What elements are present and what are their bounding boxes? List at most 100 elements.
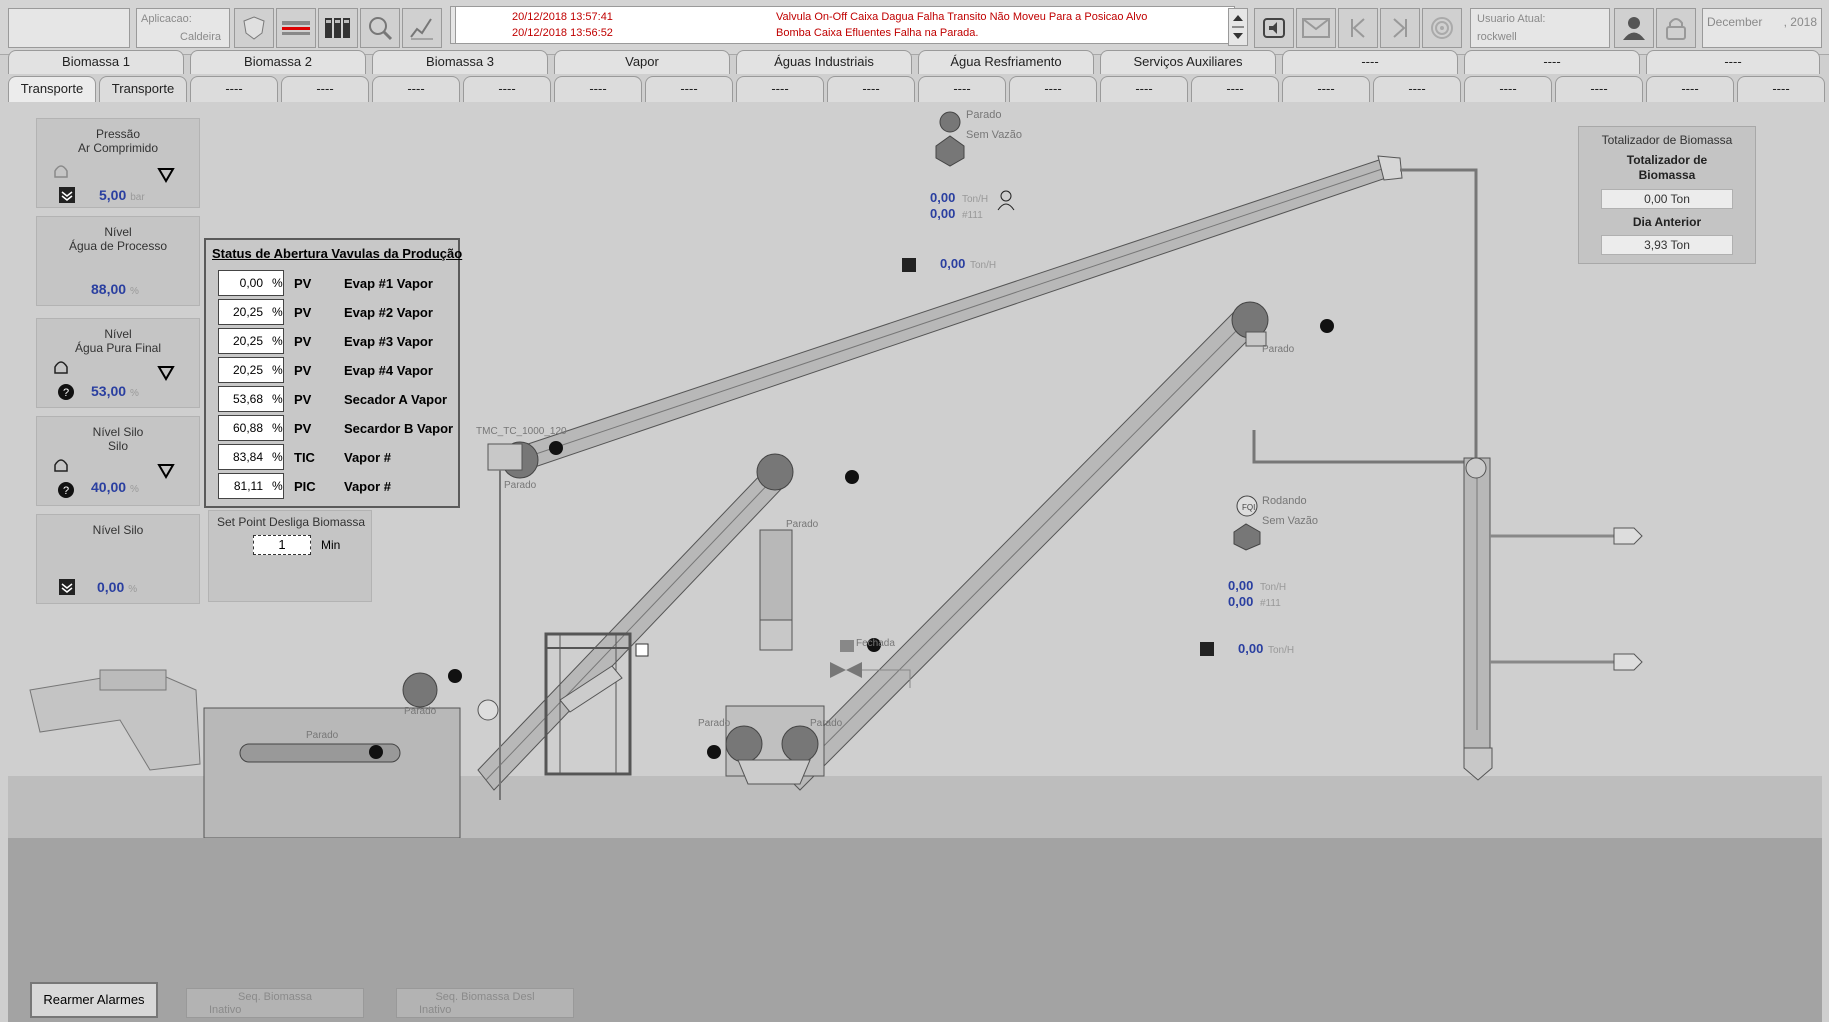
top-motor[interactable] [935,111,965,167]
sub-tab-3[interactable]: ---- [190,76,278,102]
speaker-icon[interactable] [1254,8,1294,48]
user-value: rockwell [1477,31,1517,43]
alarm-summary[interactable]: 20/12/2018 13:57:41 Valvula On-Off Caixa… [455,6,1235,44]
sub-tab-16[interactable]: ---- [1373,76,1461,102]
alarm-message-1: Valvula On-Off Caixa Dagua Falha Transit… [776,11,1148,23]
lock-icon[interactable] [1656,8,1696,48]
main-tabs: Biomassa 1 Biomassa 2 Biomassa 3 Vapor Á… [8,50,1820,74]
application-field[interactable]: Aplicacao: Caldeira [136,8,230,48]
date-year: , 2018 [1783,15,1817,29]
previous-icon[interactable] [1338,8,1378,48]
sub-tab-19[interactable]: ---- [1646,76,1734,102]
top-flow: 0,00 [930,190,955,205]
chevron-down-icon[interactable] [1200,642,1214,656]
sub-tab-6[interactable]: ---- [463,76,551,102]
shredder[interactable] [203,669,462,839]
sub-tab-15[interactable]: ---- [1282,76,1370,102]
tab-agua-resfriamento[interactable]: Água Resfriamento [918,50,1094,74]
top-status-2: Sem Vazão [966,129,1022,141]
chute-line-2 [1252,430,1464,464]
top-count: 0,00 [930,206,955,221]
shredder-motor-status: Parado [404,706,437,717]
top-count-unit: #111 [962,210,983,221]
seq-biomassa-desl-button[interactable]: Seq. Biomassa Desl Inativo [396,988,574,1018]
tab-biomassa-2[interactable]: Biomassa 2 [190,50,366,74]
alarm-banner-icon[interactable] [276,8,316,48]
spiral-icon[interactable] [1422,8,1462,48]
conveyor-status-1: Parado [504,480,537,491]
sub-tab-1[interactable]: Transporte [8,76,96,102]
tab-servicos-auxiliares[interactable]: Serviços Auxiliares [1100,50,1276,74]
chute-line [1400,168,1478,490]
sub-tab-12[interactable]: ---- [1009,76,1097,102]
user-icon[interactable] [1614,8,1654,48]
fqi-label: FQI [1242,503,1255,512]
top-flow-2: 0,00 [940,256,965,271]
right-flow: 0,00 [1228,578,1253,593]
tab-empty-9[interactable]: ---- [1464,50,1640,74]
sub-tab-14[interactable]: ---- [1191,76,1279,102]
sub-tab-4[interactable]: ---- [281,76,369,102]
top-flow-2-unit: Ton/H [970,260,996,271]
output-arrows[interactable] [1490,527,1643,671]
top-toolbar: Aplicacao: Caldeira 20/12/2018 13:57:41 … [0,0,1829,55]
right-flow-2: 0,00 [1238,641,1263,656]
sub-tab-18[interactable]: ---- [1555,76,1643,102]
feeder-status-2: Parado [810,718,843,729]
seq-biomassa-state: Inativo [209,1004,242,1016]
tab-empty-10[interactable]: ---- [1646,50,1820,74]
sub-tab-2[interactable]: Transporte [99,76,187,102]
tab-biomassa-3[interactable]: Biomassa 3 [372,50,548,74]
tab-vapor[interactable]: Vapor [554,50,730,74]
seq-biomassa-button[interactable]: Seq. Biomassa Inativo [186,988,364,1018]
tab-aguas-industriais[interactable]: Águas Industriais [736,50,912,74]
trend-icon[interactable] [402,8,442,48]
blank-field [8,8,130,48]
person-icon[interactable] [997,190,1015,211]
user-label: Usuario Atual: [1477,13,1546,25]
excavator [29,669,201,771]
rearm-alarms-button[interactable]: Rearmer Alarmes [30,982,158,1018]
tab-empty-8[interactable]: ---- [1282,50,1458,74]
cyclone-feeder[interactable] [707,529,825,785]
feeder-status-1: Parado [698,718,731,729]
seq-biomassa-desl-state: Inativo [419,1004,452,1016]
tab-biomassa-1[interactable]: Biomassa 1 [8,50,184,74]
sub-tab-13[interactable]: ---- [1100,76,1188,102]
shield-icon[interactable] [234,8,274,48]
sub-tab-8[interactable]: ---- [645,76,733,102]
conveyor-status-2: Parado [1262,344,1295,355]
current-user-field: Usuario Atual: rockwell [1470,8,1610,48]
top-flow-unit: Ton/H [962,194,988,205]
right-count-unit: #111 [1260,598,1281,609]
right-count: 0,00 [1228,594,1253,609]
next-icon[interactable] [1380,8,1420,48]
alarm-time-1: 20/12/2018 13:57:41 [512,11,613,23]
date-month: December [1707,15,1763,29]
right-status-1: Rodando [1262,495,1307,507]
sub-tab-5[interactable]: ---- [372,76,460,102]
right-flow-unit: Ton/H [1260,582,1286,593]
bucket-elevator[interactable] [1463,457,1493,781]
sub-tabs: Transporte Transporte ---- ---- ---- ---- ----… [8,76,1825,102]
seq-biomassa-desl-label: Seq. Biomassa Desl [435,991,535,1003]
grid-icon[interactable] [318,8,358,48]
sub-tab-20[interactable]: ---- [1737,76,1825,102]
sub-tab-11[interactable]: ---- [918,76,1006,102]
sub-tab-7[interactable]: ---- [554,76,642,102]
sub-tab-9[interactable]: ---- [736,76,824,102]
process-diagram: Parado Sem Vazão 0,00 Ton/H 0,00 #111 0,… [8,109,1822,839]
alarm-time-2: 20/12/2018 13:56:52 [512,27,613,39]
alarm-message-2: Bomba Caixa Efluentes Falha na Parada. [776,27,979,39]
application-value: Caldeira [180,31,221,43]
sub-tab-10[interactable]: ---- [827,76,915,102]
mail-icon[interactable] [1296,8,1336,48]
sub-tab-17[interactable]: ---- [1464,76,1552,102]
right-flow-2-unit: Ton/H [1268,645,1294,656]
search-icon[interactable] [360,8,400,48]
seq-biomassa-label: Seq. Biomassa [238,991,312,1003]
chevron-down-icon[interactable] [902,258,916,272]
alarm-scrollbar[interactable] [1228,8,1248,46]
right-status-2: Sem Vazão [1262,515,1318,527]
date-field: December , 2018 [1702,8,1822,48]
